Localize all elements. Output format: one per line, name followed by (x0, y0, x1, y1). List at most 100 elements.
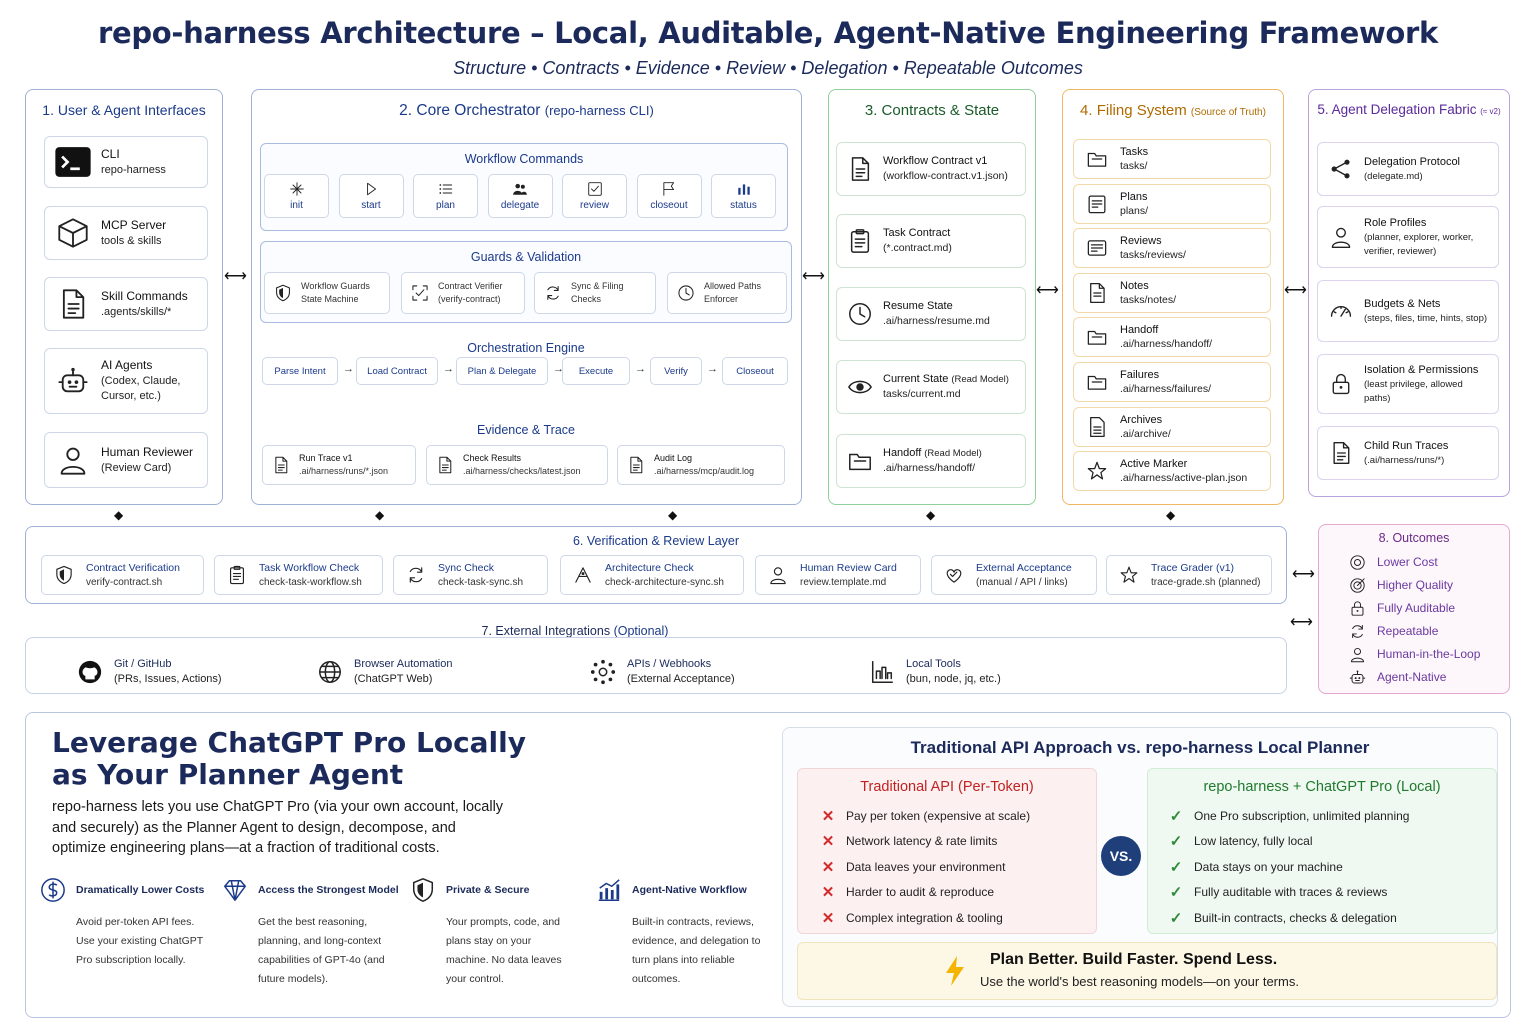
card-desc: (steps, files, time, hints, stop) (1364, 312, 1488, 324)
evidence-card[interactable]: Check Results .ai/harness/checks/latest.j… (426, 445, 608, 485)
repeat-icon (1349, 623, 1377, 640)
guard-line-2: State Machine (301, 294, 359, 304)
filing-card[interactable]: Tasks tasks/ (1073, 139, 1271, 179)
card-title: Workflow Contract v1 (883, 155, 988, 167)
command-status-button[interactable]: status (711, 174, 776, 218)
guard-card[interactable]: Workflow Guards State Machine (264, 272, 390, 314)
robot-icon (1349, 669, 1377, 686)
share-icon (1318, 157, 1364, 181)
filing-card[interactable]: Failures .ai/harness/failures/ (1073, 362, 1271, 402)
check-icon: ✓ (1169, 909, 1183, 927)
card-text: Current State (Read Model) tasks/current.… (883, 372, 1009, 402)
connector-arrow: ⟷ (802, 268, 825, 285)
interface-card[interactable]: Human Reviewer (Review Card) (44, 432, 208, 488)
command-delegate-button[interactable]: delegate (487, 174, 553, 218)
command-start-button[interactable]: start (338, 174, 404, 218)
filing-card[interactable]: Plans plans/ (1073, 183, 1271, 224)
integration-item[interactable]: APIs / Webhooks (External Acceptance) (579, 652, 735, 692)
filing-card[interactable]: Archives .ai/archive/ (1073, 406, 1271, 447)
integration-item[interactable]: Browser Automation (ChatGPT Web) (306, 652, 452, 692)
command-label: delegate (500, 200, 540, 211)
filing-card[interactable]: Handoff .ai/harness/handoff/ (1073, 317, 1271, 358)
verification-card[interactable]: Contract Verification verify-contract.sh (41, 555, 204, 595)
card-text: Resume State .ai/harness/resume.md (883, 299, 990, 329)
card-text: Handoff .ai/harness/handoff/ (1120, 323, 1212, 351)
card-title: Handoff (883, 447, 922, 459)
filing-card[interactable]: Reviews tasks/reviews/ (1073, 228, 1271, 269)
contract-state-card[interactable]: Workflow Contract v1 (workflow-contract.v… (836, 142, 1026, 196)
banner-subtitle: Use the world's best reasoning models—on… (980, 974, 1299, 989)
expand-icon (402, 284, 438, 302)
card-text: Budgets & Nets (steps, files, time, hints… (1364, 297, 1488, 326)
document-icon (837, 156, 883, 182)
command-plan-button[interactable]: plan (413, 174, 478, 218)
connector-diamond: ◆ (1166, 508, 1176, 522)
command-label: closeout (650, 200, 688, 211)
interface-card[interactable]: MCP Server tools & skills (44, 206, 208, 260)
card-title: Architecture Check (605, 561, 694, 574)
interface-card[interactable]: AI Agents (Codex, Claude, Cursor, etc.) (44, 348, 208, 414)
delegation-card[interactable]: Delegation Protocol (delegate.md) (1317, 142, 1499, 196)
contract-state-card[interactable]: Current State (Read Model) tasks/current.… (836, 360, 1026, 414)
interface-card[interactable]: Skill Commands .agents/skills/* (44, 277, 208, 331)
engine-step[interactable]: Closeout (722, 357, 788, 385)
outcome-label: Agent-Native (1377, 670, 1447, 684)
connector-arrow: ⟷ (1284, 282, 1307, 299)
guard-card[interactable]: Sync & Filing Checks (534, 272, 656, 314)
panel-contracts-state: 3. Contracts & State Workflow Contract v… (828, 89, 1036, 505)
delegation-card[interactable]: Budgets & Nets (steps, files, time, hints… (1317, 280, 1499, 342)
integration-item[interactable]: Git / GitHub (PRs, Issues, Actions) (66, 652, 222, 692)
card-desc: check-architecture-sync.sh (605, 576, 724, 588)
verification-card[interactable]: External Acceptance (manual / API / links… (931, 555, 1097, 595)
engine-step[interactable]: Plan & Delegate (456, 357, 548, 385)
card-title: Notes (1120, 279, 1149, 292)
card-text: Plans plans/ (1120, 190, 1148, 218)
engine-step[interactable]: Parse Intent (262, 357, 338, 385)
contract-state-card[interactable]: Handoff (Read Model) .ai/harness/handoff/ (836, 434, 1026, 488)
command-closeout-button[interactable]: closeout (636, 174, 702, 218)
feature-header: Access the Strongest Model (222, 877, 402, 903)
connector-diamond: ◆ (375, 508, 385, 522)
verification-card[interactable]: Human Review Card review.template.md (755, 555, 921, 595)
integration-name: Git / GitHub (114, 658, 172, 670)
document-icon (263, 456, 299, 474)
card-title: Human Review Card (800, 561, 897, 574)
command-review-button[interactable]: review (562, 174, 627, 218)
verification-card[interactable]: Sync Check check-task-sync.sh (393, 555, 548, 595)
contract-state-card[interactable]: Task Contract (*.contract.md) (836, 214, 1026, 268)
filing-card[interactable]: Active Marker .ai/harness/active-plan.jso… (1073, 451, 1271, 492)
command-init-button[interactable]: init (264, 174, 329, 218)
verification-card[interactable]: Architecture Check check-architecture-syn… (560, 555, 744, 595)
connector-diamond: ◆ (668, 508, 678, 522)
guard-line-2: Checks (571, 294, 602, 304)
card-note: (Read Model) (924, 448, 982, 459)
engine-step[interactable]: Load Contract (356, 357, 438, 385)
integration-item[interactable]: Local Tools (bun, node, jq, etc.) (858, 652, 1001, 692)
verification-card[interactable]: Task Workflow Check check-task-workflow.s… (214, 555, 383, 595)
delegation-card[interactable]: Role Profiles (planner, explorer, worker,… (1317, 206, 1499, 268)
contract-state-card[interactable]: Resume State .ai/harness/resume.md (836, 287, 1026, 341)
delegation-card[interactable]: Isolation & Permissions (least privilege,… (1317, 354, 1499, 414)
engine-step[interactable]: Execute (562, 357, 630, 385)
shield-icon (42, 565, 86, 585)
archive-icon (1074, 416, 1120, 438)
card-desc: (Codex, Claude, Cursor, etc.) (101, 375, 181, 402)
workflow-commands-section: Workflow Commands init start plan delegate r… (260, 143, 788, 231)
engine-step[interactable]: Verify (650, 357, 702, 385)
evidence-text: Run Trace v1 .ai/harness/runs/*.json (299, 452, 388, 478)
panel-outcomes: 8. Outcomes Lower Cost Higher Quality Full… (1318, 524, 1510, 694)
evidence-card[interactable]: Audit Log .ai/harness/mcp/audit.log (617, 445, 785, 485)
delegation-card[interactable]: Child Run Traces (.ai/harness/runs/*) (1317, 426, 1499, 480)
interface-card[interactable]: CLI repo-harness (44, 136, 208, 188)
filing-card[interactable]: Notes tasks/notes/ (1073, 272, 1271, 313)
evidence-card[interactable]: Run Trace v1 .ai/harness/runs/*.json (262, 445, 416, 485)
guard-card[interactable]: Contract Verifier (verify-contract) (401, 272, 525, 314)
verification-card[interactable]: Trace Grader (v1) trace-grade.sh (planned… (1106, 555, 1272, 595)
guard-card[interactable]: Allowed Paths Enforcer (667, 272, 787, 314)
list-item: ✕ Harder to audit & reproduce (816, 880, 1096, 906)
feature-block: Dramatically Lower Costs Avoid per-token … (40, 877, 220, 970)
integration-name: Local Tools (906, 658, 961, 670)
card-desc: tasks/ (1120, 160, 1148, 172)
panel-title: 4. Filing System (Source of Truth) (1063, 102, 1283, 119)
person-icon (756, 565, 800, 585)
